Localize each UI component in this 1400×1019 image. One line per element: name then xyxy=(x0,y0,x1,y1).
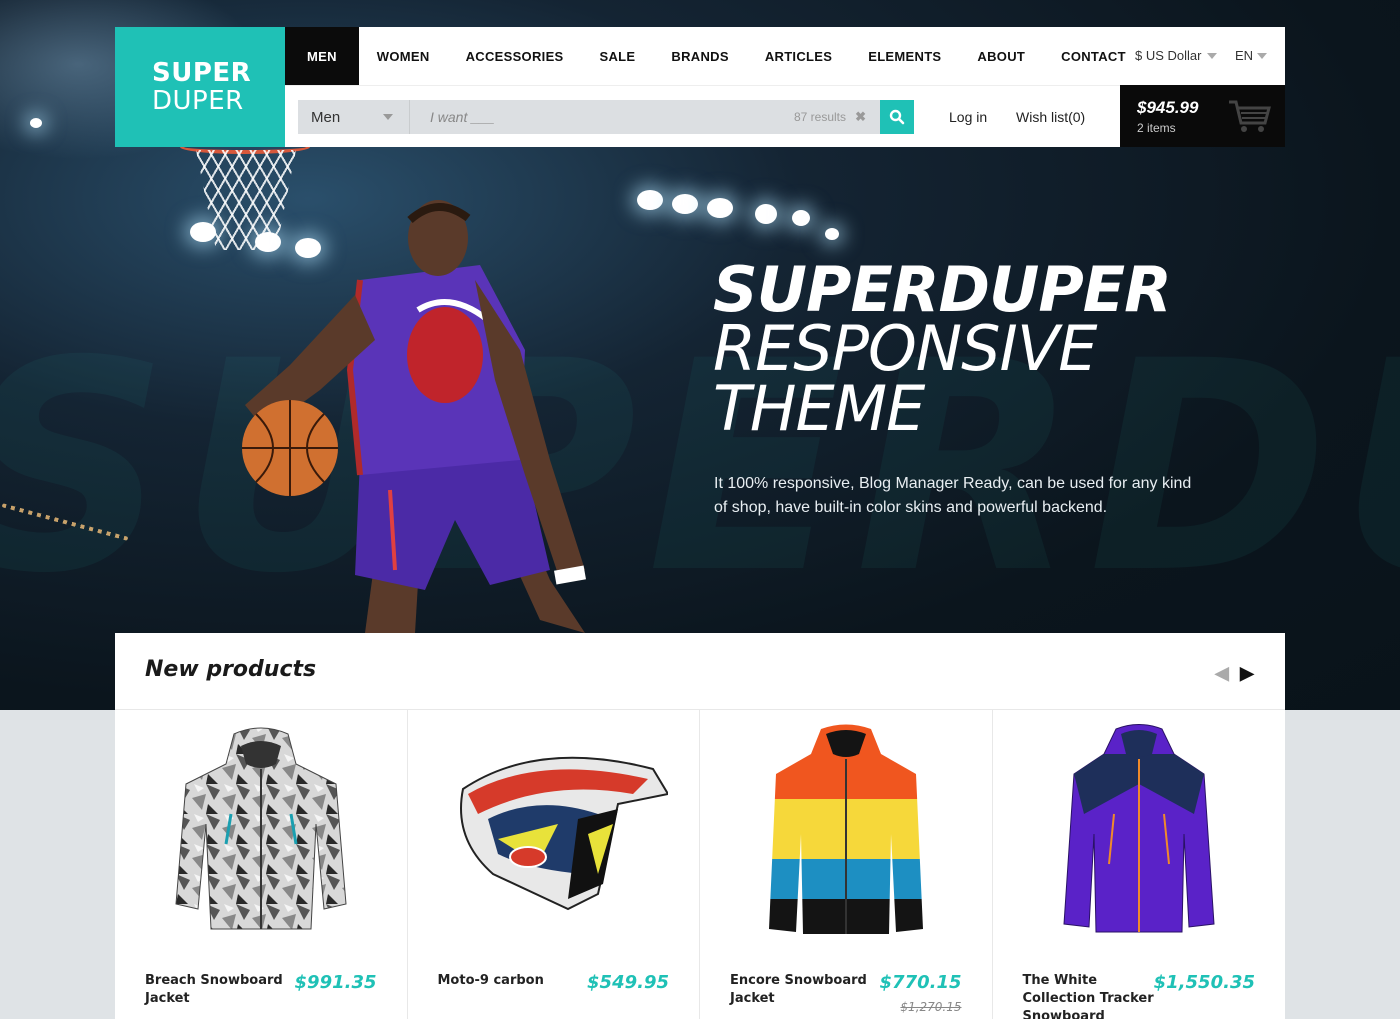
product-image-purple-jacket[interactable] xyxy=(1024,724,1254,944)
clear-icon[interactable]: ✖ xyxy=(855,109,866,125)
product-price: $770.15 xyxy=(879,972,962,993)
wishlist-link[interactable]: Wish list(0) xyxy=(1016,109,1085,125)
category-select[interactable]: Men xyxy=(298,100,410,134)
search-results-count: 87 results xyxy=(793,110,846,124)
nav-item-sale[interactable]: SALE xyxy=(582,27,654,85)
nav-item-men[interactable]: MEN xyxy=(285,27,359,85)
product-grid: Breach Snowboard Jacket $991.35 Moto-9 c… xyxy=(115,710,1285,1019)
currency-select[interactable]: $ US Dollar xyxy=(1135,48,1218,63)
language-select[interactable]: EN xyxy=(1235,48,1268,63)
nav-item-elements[interactable]: ELEMENTS xyxy=(850,27,959,85)
chevron-down-icon xyxy=(383,114,393,120)
product-card[interactable]: Breach Snowboard Jacket $991.35 xyxy=(115,710,408,1019)
cart-button[interactable]: $945.99 2 items xyxy=(1120,85,1285,147)
stadium-light xyxy=(755,204,777,224)
product-card[interactable]: Moto-9 carbon $549.95 xyxy=(408,710,700,1019)
nav-item-accessories[interactable]: ACCESSORIES xyxy=(448,27,582,85)
product-price: $549.95 xyxy=(587,972,669,993)
product-price: $1,550.35 xyxy=(1153,972,1255,993)
carousel-next-icon[interactable]: ▶ xyxy=(1240,663,1254,684)
player-image xyxy=(242,200,586,633)
stadium-light xyxy=(825,228,839,240)
nav-item-women[interactable]: WOMEN xyxy=(359,27,448,85)
site-logo[interactable]: SUPER DUPER xyxy=(115,27,285,147)
main-nav: MEN WOMEN ACCESSORIES SALE BRANDS ARTICL… xyxy=(285,27,1144,85)
stadium-light xyxy=(637,190,663,210)
section-title: New products xyxy=(145,657,317,682)
product-name[interactable]: Encore Snowboard Jacket xyxy=(730,972,880,1008)
search-button[interactable] xyxy=(880,100,914,134)
header-divider xyxy=(285,85,1120,86)
stadium-light xyxy=(30,118,42,128)
chevron-down-icon xyxy=(1207,52,1218,59)
search-icon xyxy=(889,109,905,125)
product-image-helmet[interactable] xyxy=(438,724,669,944)
product-image-striped-jacket[interactable] xyxy=(731,724,961,944)
logo-line1: SUPER xyxy=(152,58,252,88)
product-name[interactable]: The White Collection Tracker Snowboard xyxy=(1023,972,1173,1019)
product-card[interactable]: The White Collection Tracker Snowboard $… xyxy=(993,710,1286,1019)
search-input[interactable]: I want ___ 87 results ✖ xyxy=(410,100,880,134)
hero-title-line3: THEME xyxy=(713,372,925,445)
currency-label: $ US Dollar xyxy=(1135,48,1202,63)
product-name[interactable]: Moto-9 carbon xyxy=(438,972,588,990)
cart-icon xyxy=(1229,100,1271,132)
language-label: EN xyxy=(1235,48,1254,63)
cart-items-count: 2 items xyxy=(1137,121,1176,135)
category-label: Men xyxy=(311,108,341,126)
carousel-prev-icon[interactable]: ◀ xyxy=(1215,663,1229,684)
product-image-camo-jacket[interactable] xyxy=(146,724,376,944)
new-products-header: New products ◀ ▶ xyxy=(115,633,1285,710)
nav-item-about[interactable]: ABOUT xyxy=(959,27,1043,85)
nav-item-brands[interactable]: BRANDS xyxy=(653,27,746,85)
product-name[interactable]: Breach Snowboard Jacket xyxy=(145,972,295,1008)
product-card[interactable]: Encore Snowboard Jacket $770.15 $1,270.1… xyxy=(700,710,993,1019)
logo-line2: DUPER xyxy=(152,86,244,116)
cart-total: $945.99 xyxy=(1137,98,1199,117)
search-bar: Men I want ___ 87 results ✖ xyxy=(298,100,914,134)
search-placeholder: I want ___ xyxy=(430,109,495,125)
login-link[interactable]: Log in xyxy=(949,109,987,125)
stadium-light xyxy=(707,198,733,218)
hero-description: It 100% responsive, Blog Manager Ready, … xyxy=(714,475,1192,516)
nav-item-articles[interactable]: ARTICLES xyxy=(747,27,850,85)
product-old-price: $1,270.15 xyxy=(900,1000,962,1014)
stadium-light xyxy=(792,210,810,226)
chevron-down-icon xyxy=(1257,52,1268,59)
stadium-light xyxy=(672,194,698,214)
product-price: $991.35 xyxy=(294,972,377,993)
site-header: SUPER DUPER MEN WOMEN ACCESSORIES SALE B… xyxy=(115,27,1285,147)
hero-title-line2: RESPONSIVE xyxy=(713,312,1097,385)
nav-item-contact[interactable]: CONTACT xyxy=(1043,27,1144,85)
new-products-section: New products ◀ ▶ Breach Snowboard Jacket… xyxy=(115,633,1285,1019)
